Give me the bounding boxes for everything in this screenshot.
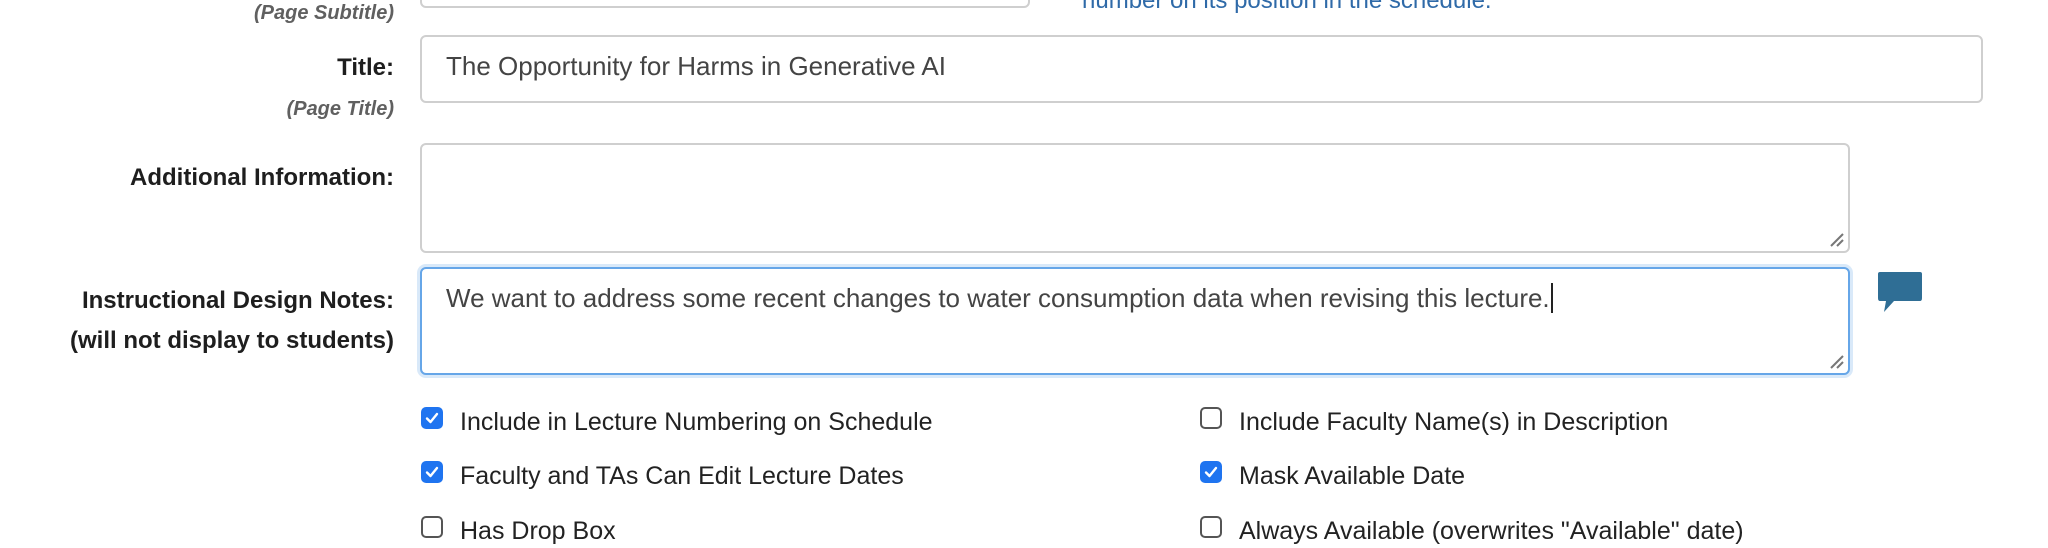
faculty-edit-dates-label[interactable]: Faculty and TAs Can Edit Lecture Dates bbox=[460, 462, 904, 491]
lecture-numbering-help-text: number on its position in the schedule. bbox=[1082, 0, 1492, 14]
design-notes-sublabel: (will not display to students) bbox=[70, 327, 394, 354]
text-cursor bbox=[1550, 283, 1553, 313]
include-lecture-numbering-checkbox[interactable] bbox=[421, 407, 443, 429]
title-input-value: The Opportunity for Harms in Generative … bbox=[446, 51, 946, 81]
include-faculty-names-checkbox[interactable] bbox=[1200, 407, 1222, 429]
design-notes-value: We want to address some recent changes t… bbox=[446, 283, 1550, 313]
checkmark-icon bbox=[1204, 466, 1218, 478]
design-notes-label: Instructional Design Notes: bbox=[81, 287, 394, 314]
additional-information-textarea[interactable] bbox=[420, 143, 1850, 253]
mask-available-date-checkbox[interactable] bbox=[1200, 461, 1222, 483]
include-lecture-numbering-label[interactable]: Include in Lecture Numbering on Schedule bbox=[460, 408, 933, 437]
title-input[interactable]: The Opportunity for Harms in Generative … bbox=[420, 35, 1983, 103]
comment-icon[interactable] bbox=[1876, 270, 1924, 314]
resize-grip-icon[interactable] bbox=[1828, 353, 1844, 369]
include-faculty-names-label[interactable]: Include Faculty Name(s) in Description bbox=[1239, 408, 1668, 437]
page-subtitle-hint: (Page Subtitle) bbox=[253, 2, 394, 24]
checkmark-icon bbox=[425, 466, 439, 478]
additional-information-label: Additional Information: bbox=[130, 164, 394, 191]
mask-available-date-label[interactable]: Mask Available Date bbox=[1239, 462, 1465, 491]
checkmark-icon bbox=[425, 412, 439, 424]
has-drop-box-checkbox[interactable] bbox=[421, 516, 443, 538]
always-available-label[interactable]: Always Available (overwrites "Available"… bbox=[1239, 517, 1744, 546]
design-notes-textarea[interactable]: We want to address some recent changes t… bbox=[420, 267, 1850, 375]
resize-grip-icon[interactable] bbox=[1828, 231, 1844, 247]
page-title-hint: (Page Title) bbox=[286, 98, 394, 120]
title-label: Title: bbox=[337, 54, 394, 81]
always-available-checkbox[interactable] bbox=[1200, 516, 1222, 538]
has-drop-box-label[interactable]: Has Drop Box bbox=[460, 517, 616, 546]
subtitle-input[interactable] bbox=[420, 0, 1030, 8]
faculty-edit-dates-checkbox[interactable] bbox=[421, 461, 443, 483]
